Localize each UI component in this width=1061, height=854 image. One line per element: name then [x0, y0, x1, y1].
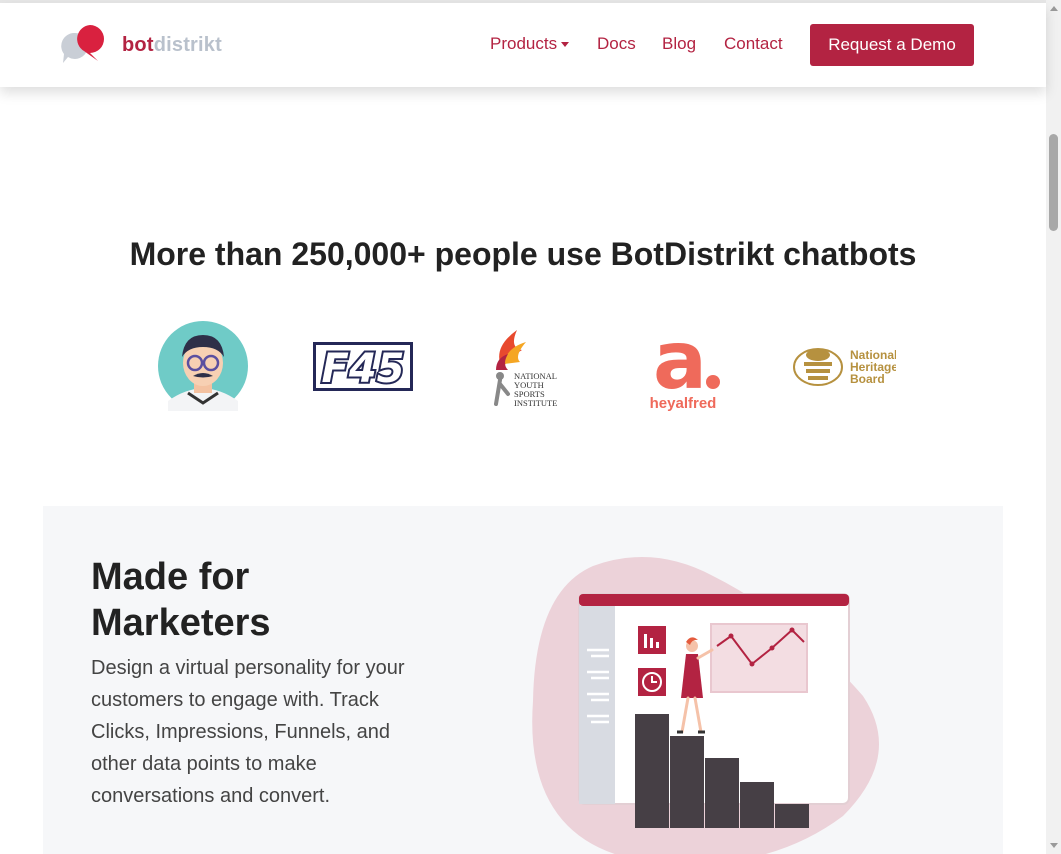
svg-text:F45: F45: [322, 346, 405, 391]
mascot-avatar-logo: [158, 321, 248, 411]
brand-logo[interactable]: botdistrikt: [60, 23, 222, 67]
svg-text:NATIONAL YOUTH SPO: NATIONAL YOUTH SPORTS INSTITUTE: [514, 371, 559, 408]
nav-docs[interactable]: Docs: [597, 34, 636, 54]
social-proof-headline: More than 250,000+ people use BotDistrik…: [129, 236, 917, 272]
request-demo-button[interactable]: Request a Demo: [810, 24, 974, 66]
marketer-dashboard-illustration: [532, 557, 879, 854]
scrollbar-thumb[interactable]: [1049, 134, 1058, 231]
navbar: botdistrikt Products Docs Blog Contact R…: [0, 3, 1046, 87]
chat-bubbles-icon: [61, 25, 104, 63]
feature-made-for-marketers: Made for Marketers Design a virtual pers…: [43, 506, 1003, 854]
nav-products[interactable]: Products: [490, 34, 570, 54]
f45-logo: F45 F45: [313, 342, 413, 391]
svg-text:National Heritage: National Heritage Board: [850, 348, 896, 386]
svg-text:heyalfred: heyalfred: [650, 395, 717, 412]
scroll-down-arrow-icon[interactable]: [1050, 843, 1058, 848]
feature-title: Made for Marketers: [91, 556, 271, 644]
nav-contact[interactable]: Contact: [724, 34, 783, 54]
page-scrollbar[interactable]: [1046, 0, 1061, 854]
feature-description: Design a virtual personality for your cu…: [91, 657, 405, 807]
nysi-logo: NATIONAL YOUTH SPORTS INSTITUTE: [494, 330, 559, 408]
national-heritage-board-logo: National Heritage Board: [793, 348, 896, 386]
nav-blog[interactable]: Blog: [662, 34, 696, 54]
heyalfred-logo: a heyalfred: [650, 320, 720, 412]
brand-name: botdistrikt: [122, 33, 222, 56]
svg-text:a: a: [653, 320, 707, 407]
caret-down-icon: [561, 42, 570, 48]
client-logos: F45 F45 NATIONAL YOUTH SPORTS INSTITUTE …: [0, 318, 1046, 418]
scroll-up-arrow-icon[interactable]: [1050, 6, 1058, 11]
